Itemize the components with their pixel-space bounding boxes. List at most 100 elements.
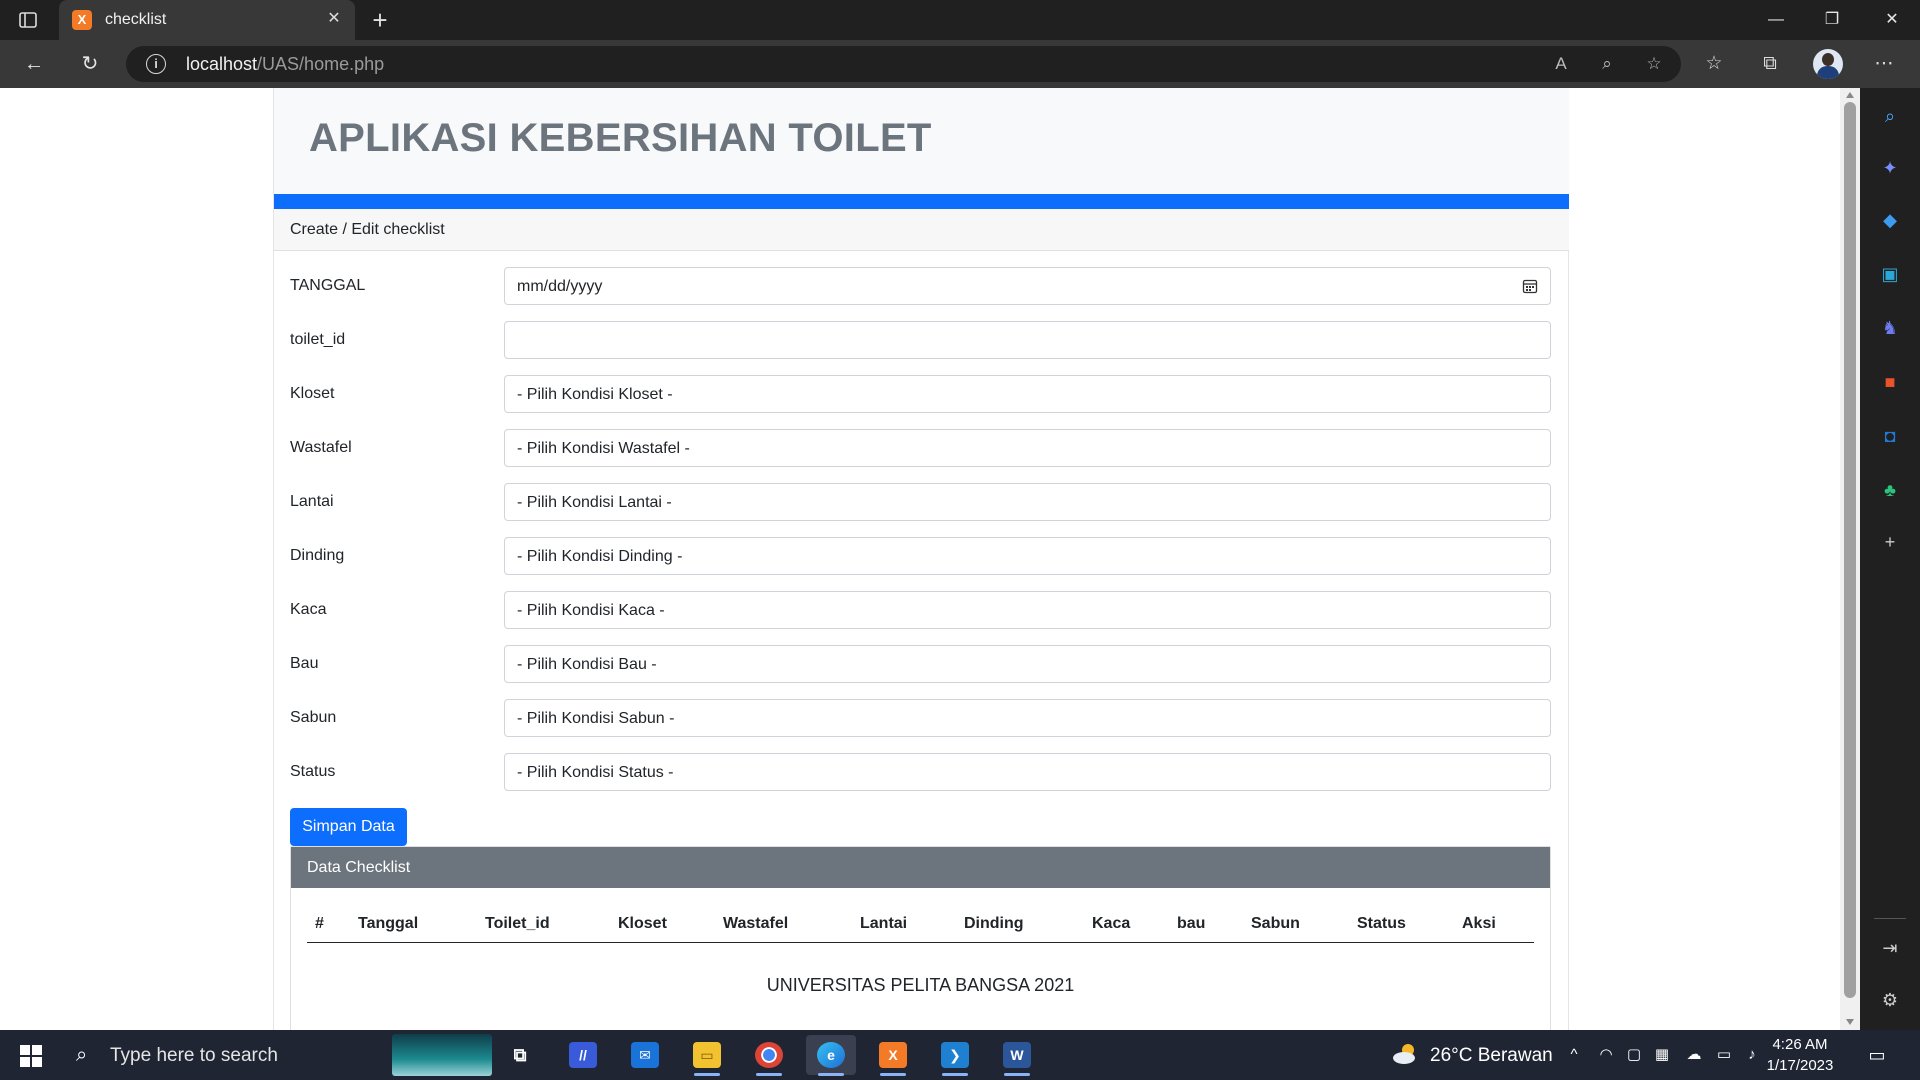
- search-icon[interactable]: ⌕: [1878, 104, 1902, 128]
- calendar-icon[interactable]: [1522, 278, 1538, 294]
- favorites-icon[interactable]: ☆: [1700, 50, 1728, 78]
- field-label: Bau: [290, 655, 319, 672]
- wastafel-select[interactable]: - Pilih Kondisi Wastafel -: [504, 429, 1551, 467]
- tab-title: checklist: [105, 11, 167, 28]
- toilet-id-input[interactable]: [504, 321, 1551, 359]
- form-row-kloset: Kloset - Pilih Kondisi Kloset -: [274, 375, 1569, 413]
- edge-icon[interactable]: e: [806, 1035, 856, 1076]
- scroll-thumb[interactable]: [1844, 102, 1856, 998]
- column-header: Toilet_id: [485, 915, 550, 932]
- taskbar-search-placeholder: Type here to search: [110, 1045, 278, 1066]
- status-select[interactable]: - Pilih Kondisi Status -: [504, 753, 1551, 791]
- date-input[interactable]: mm/dd/yyyy: [504, 267, 1551, 305]
- column-header: #: [315, 915, 324, 932]
- security-icon[interactable]: ▦: [1651, 1044, 1673, 1066]
- kaca-select[interactable]: - Pilih Kondisi Kaca -: [504, 591, 1551, 629]
- notifications-icon[interactable]: ▭: [1864, 1043, 1890, 1067]
- zoom-icon[interactable]: ⌕: [1595, 52, 1619, 76]
- page-footer: UNIVERSITAS PELITA BANGSA 2021: [766, 975, 1075, 995]
- table-header-row: # Tanggal Toilet_id Kloset Wastafel Lant…: [307, 905, 1534, 943]
- column-header: Tanggal: [358, 915, 419, 932]
- copilot-icon[interactable]: ✦: [1878, 156, 1902, 180]
- dinding-select[interactable]: - Pilih Kondisi Dinding -: [504, 537, 1551, 575]
- form-row-tanggal: TANGGAL mm/dd/yyyy: [274, 267, 1569, 305]
- close-window-icon[interactable]: ✕: [1864, 0, 1920, 40]
- outlook-icon[interactable]: ◘: [1878, 424, 1902, 448]
- more-menu-icon[interactable]: ⋯: [1870, 50, 1898, 78]
- sidebar-settings-icon[interactable]: ⚙: [1878, 988, 1902, 1012]
- back-icon[interactable]: ←: [18, 48, 50, 80]
- mail-icon[interactable]: ✉: [620, 1035, 670, 1075]
- tab-close-icon[interactable]: ✕: [323, 8, 345, 30]
- sidebar-divider: [1874, 918, 1906, 919]
- show-hidden-icons-icon[interactable]: ^: [1563, 1044, 1585, 1066]
- tools-briefcase-icon[interactable]: ▣: [1878, 262, 1902, 286]
- column-header: Wastafel: [723, 915, 789, 932]
- add-favorite-icon[interactable]: ☆: [1642, 52, 1666, 76]
- system-clock[interactable]: 4:26 AM 1/17/2023: [1760, 1034, 1840, 1076]
- scroll-up-icon[interactable]: [1846, 92, 1854, 98]
- task-view-icon[interactable]: ⧉: [495, 1035, 545, 1075]
- scroll-down-icon[interactable]: [1846, 1019, 1854, 1025]
- restore-icon[interactable]: ❐: [1804, 0, 1860, 40]
- site-info-icon[interactable]: i: [146, 54, 166, 74]
- kloset-select[interactable]: - Pilih Kondisi Kloset -: [504, 375, 1551, 413]
- meet-now-icon[interactable]: ▢: [1623, 1044, 1645, 1066]
- battery-icon[interactable]: ▭: [1713, 1044, 1735, 1066]
- vscode-icon[interactable]: ❯: [930, 1035, 980, 1076]
- minimize-icon[interactable]: —: [1748, 0, 1804, 40]
- xampp-icon[interactable]: X: [868, 1035, 918, 1076]
- new-tab-icon[interactable]: +: [366, 6, 394, 34]
- column-header: Kaca: [1092, 915, 1131, 932]
- field-label: toilet_id: [290, 331, 346, 348]
- page-viewport: APLIKASI KEBERSIHAN TOILET Create / Edit…: [0, 88, 1840, 1030]
- column-header: bau: [1177, 915, 1206, 932]
- refresh-icon[interactable]: ↻: [74, 48, 106, 80]
- field-label: TANGGAL: [290, 277, 366, 294]
- hide-sidebar-icon[interactable]: ⇥: [1878, 936, 1902, 960]
- page-scrollbar[interactable]: [1840, 88, 1860, 1030]
- field-label: Wastafel: [290, 439, 352, 456]
- tab-actions-icon[interactable]: [18, 10, 38, 30]
- onedrive-icon[interactable]: ☁: [1683, 1044, 1705, 1066]
- app-icon-blue[interactable]: //: [558, 1035, 608, 1075]
- windows-taskbar: ⌕ Type here to search ⧉ // ✉ ▭ e X ❯ W 2…: [0, 1030, 1920, 1080]
- table-card-header: Data Checklist: [291, 847, 1550, 888]
- form-card-header: Create / Edit checklist: [274, 209, 1569, 251]
- add-sidebar-app-icon[interactable]: +: [1878, 530, 1902, 554]
- field-label: Dinding: [290, 547, 345, 564]
- read-aloud-icon[interactable]: A: [1549, 52, 1573, 76]
- url-text[interactable]: localhost/UAS/home.php: [186, 54, 384, 75]
- form-row-dinding: Dinding - Pilih Kondisi Dinding -: [274, 537, 1569, 575]
- address-bar[interactable]: i localhost/UAS/home.php A ⌕ ☆: [126, 46, 1681, 82]
- field-label: Sabun: [290, 709, 337, 726]
- drop-tree-icon[interactable]: ♣: [1878, 478, 1902, 502]
- taskbar-search[interactable]: ⌕ Type here to search: [62, 1030, 492, 1080]
- sabun-select[interactable]: - Pilih Kondisi Sabun -: [504, 699, 1551, 737]
- lantai-select[interactable]: - Pilih Kondisi Lantai -: [504, 483, 1551, 521]
- wifi-icon[interactable]: ◠: [1595, 1044, 1617, 1066]
- chrome-icon[interactable]: [744, 1035, 794, 1076]
- form-row-toilet-id: toilet_id: [274, 321, 1569, 359]
- shopping-tag-icon[interactable]: ◆: [1878, 208, 1902, 232]
- profile-avatar[interactable]: [1813, 49, 1843, 79]
- xampp-favicon-icon: X: [72, 10, 92, 30]
- bau-select[interactable]: - Pilih Kondisi Bau -: [504, 645, 1551, 683]
- header-banner: APLIKASI KEBERSIHAN TOILET: [274, 88, 1569, 194]
- weather-widget[interactable]: 26°C Berawan: [1390, 1030, 1553, 1080]
- word-icon[interactable]: W: [992, 1035, 1042, 1076]
- browser-tab-active[interactable]: X checklist ✕: [59, 0, 355, 40]
- cloudy-weather-icon: [1393, 1044, 1415, 1064]
- file-explorer-icon[interactable]: ▭: [682, 1035, 732, 1076]
- data-table-card: Data Checklist # Tanggal Toilet_id Klose…: [290, 846, 1551, 1030]
- games-icon[interactable]: ♞: [1878, 316, 1902, 340]
- save-button[interactable]: Simpan Data: [290, 808, 407, 846]
- windows-start-icon[interactable]: [20, 1045, 42, 1067]
- office-icon[interactable]: ■: [1878, 370, 1902, 394]
- table-card-title: Data Checklist: [307, 859, 411, 876]
- clock-time: 4:26 AM: [1772, 1036, 1828, 1053]
- weather-text: 26°C Berawan: [1430, 1045, 1553, 1066]
- collections-icon[interactable]: ⧉: [1756, 50, 1784, 78]
- form-row-bau: Bau - Pilih Kondisi Bau -: [274, 645, 1569, 683]
- column-header: Sabun: [1251, 915, 1300, 932]
